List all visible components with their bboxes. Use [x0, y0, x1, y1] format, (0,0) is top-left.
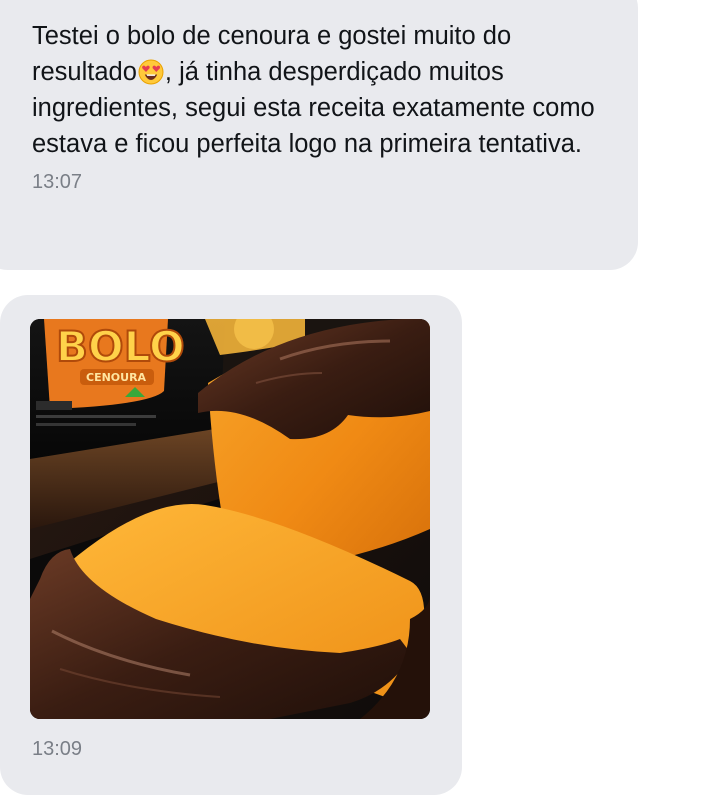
message-bubble-text[interactable]: Testei o bolo de cenoura e gostei muito …	[0, 0, 638, 270]
carrot-cake-photo[interactable]: BOLO CENOURA	[30, 319, 430, 719]
message-time: 13:07	[32, 171, 83, 193]
chat-thread: Testei o bolo de cenoura e gostei muito …	[0, 0, 716, 795]
svg-text:BOLO: BOLO	[56, 322, 185, 371]
message-bubble-image[interactable]: BOLO CENOURA 13:09	[0, 295, 462, 795]
heart-eyes-emoji-icon	[138, 59, 164, 85]
message-time: 13:09	[32, 738, 83, 760]
message-text: Testei o bolo de cenoura e gostei muito …	[32, 18, 622, 162]
svg-text:CENOURA: CENOURA	[86, 371, 147, 384]
